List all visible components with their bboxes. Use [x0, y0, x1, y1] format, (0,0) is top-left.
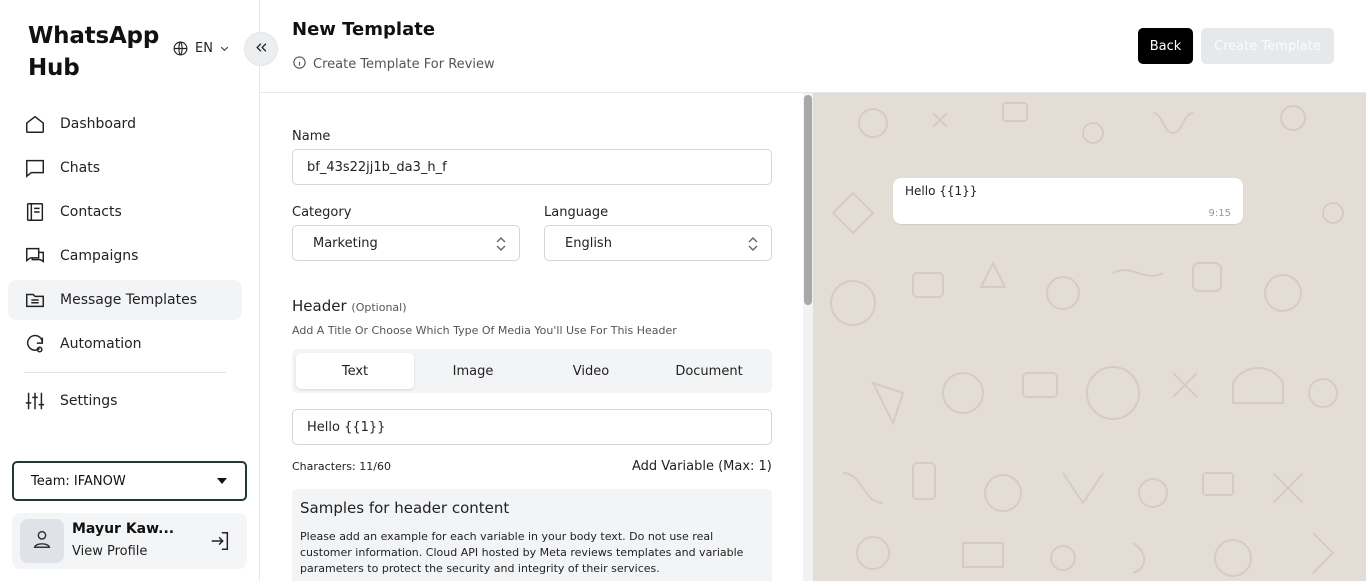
name-label: Name: [292, 129, 331, 144]
sidebar-item-settings[interactable]: Settings: [8, 381, 242, 421]
chat-wallpaper-doodles: [830, 102, 1344, 577]
template-form: Name bf_43s22jj1b_da3_h_f Category Marke…: [260, 93, 813, 581]
samples-title: Samples for header content: [300, 499, 510, 517]
profile-name: Mayur Kaw...: [72, 521, 175, 537]
sidebar-item-contacts[interactable]: Contacts: [8, 192, 242, 232]
samples-panel: Samples for header content Please add an…: [292, 489, 772, 581]
campaigns-icon: [24, 245, 46, 267]
form-scrollbar[interactable]: [803, 93, 813, 581]
sidebar-item-label: Dashboard: [60, 116, 136, 132]
message-text: Hello {{1}}: [905, 184, 978, 198]
avatar: [20, 519, 64, 563]
sidebar-item-label: Message Templates: [60, 292, 197, 308]
category-value: Marketing: [313, 235, 378, 251]
category-label: Category: [292, 205, 352, 220]
updown-chevron-icon: [495, 236, 507, 256]
sidebar-item-label: Contacts: [60, 204, 122, 220]
profile-card[interactable]: Mayur Kaw... View Profile: [12, 513, 247, 569]
language-selector[interactable]: EN: [172, 40, 230, 57]
optional-tag: (Optional): [351, 301, 407, 314]
sidebar-settings-group: Settings: [8, 381, 242, 425]
language-label: Language: [544, 205, 609, 220]
sidebar-item-label: Automation: [60, 336, 142, 352]
sliders-icon: [24, 390, 46, 412]
tab-video[interactable]: Video: [532, 353, 650, 389]
globe-icon: [172, 40, 189, 57]
sidebar-item-label: Chats: [60, 160, 101, 176]
contacts-icon: [24, 201, 46, 223]
user-icon: [31, 528, 53, 554]
header-hint: Add A Title Or Choose Which Type Of Medi…: [292, 324, 677, 337]
header-text-field[interactable]: Hello {{1}}: [292, 409, 772, 445]
view-profile-link[interactable]: View Profile: [72, 544, 147, 559]
sidebar-item-label: Campaigns: [60, 248, 139, 264]
double-chevron-left-icon: [254, 40, 269, 59]
updown-chevron-icon: [747, 236, 759, 256]
page-title: New Template: [292, 19, 436, 40]
character-counter: Characters: 11/60: [292, 460, 391, 473]
sidebar-nav: Dashboard Chats Contacts Campaigns Messa…: [8, 104, 242, 368]
name-value: bf_43s22jj1b_da3_h_f: [307, 159, 447, 175]
sidebar-item-campaigns[interactable]: Campaigns: [8, 236, 242, 276]
message-bubble: Hello {{1}} 9:15: [893, 178, 1243, 224]
language-label: EN: [195, 41, 213, 56]
header-type-tabs: Text Image Video Document: [292, 349, 772, 393]
info-icon: [292, 55, 307, 74]
collapse-sidebar-button[interactable]: [244, 32, 278, 66]
brand-logo: WhatsApp Hub: [28, 23, 160, 81]
page-header: New Template Create Template For Review …: [260, 0, 1366, 93]
sidebar-item-dashboard[interactable]: Dashboard: [8, 104, 242, 144]
subtitle-text: Create Template For Review: [313, 57, 495, 72]
back-button[interactable]: Back: [1138, 28, 1193, 64]
home-icon: [24, 113, 46, 135]
page-subtitle: Create Template For Review: [292, 55, 495, 74]
team-selector[interactable]: Team: IFANOW: [12, 461, 247, 501]
tab-document[interactable]: Document: [650, 353, 768, 389]
message-preview: Hello {{1}} 9:15: [813, 93, 1366, 581]
sidebar: WhatsApp Hub EN Dashboard Chats Contacts…: [0, 0, 278, 581]
chat-icon: [24, 157, 46, 179]
samples-description: Please add an example for each variable …: [300, 530, 744, 575]
tab-image[interactable]: Image: [414, 353, 532, 389]
templates-icon: [24, 289, 46, 311]
create-template-button[interactable]: Create Template: [1201, 28, 1334, 64]
header-section-title: Header (Optional): [292, 297, 407, 315]
language-value: English: [565, 235, 612, 251]
sidebar-item-chats[interactable]: Chats: [8, 148, 242, 188]
language-select[interactable]: English: [544, 225, 772, 261]
automation-icon: [24, 333, 46, 355]
sidebar-item-message-templates[interactable]: Message Templates: [8, 280, 242, 320]
header-title: Header: [292, 297, 347, 315]
logout-icon[interactable]: [209, 530, 231, 556]
sidebar-item-automation[interactable]: Automation: [8, 324, 242, 364]
scrollbar-thumb[interactable]: [804, 95, 812, 305]
app-root: WhatsApp Hub EN Dashboard Chats Contacts…: [0, 0, 1366, 581]
message-time: 9:15: [1208, 208, 1231, 219]
sidebar-item-label: Settings: [60, 393, 118, 409]
category-select[interactable]: Marketing: [292, 225, 520, 261]
header-text-value: Hello {{1}}: [307, 419, 386, 435]
sidebar-divider: [24, 372, 226, 373]
caret-down-icon: [217, 478, 227, 484]
team-label: Team: IFANOW: [31, 473, 126, 489]
chevron-down-icon: [219, 43, 230, 54]
add-variable-button[interactable]: Add Variable (Max: 1): [632, 459, 772, 474]
name-field[interactable]: bf_43s22jj1b_da3_h_f: [292, 149, 772, 185]
tab-text[interactable]: Text: [296, 353, 414, 389]
